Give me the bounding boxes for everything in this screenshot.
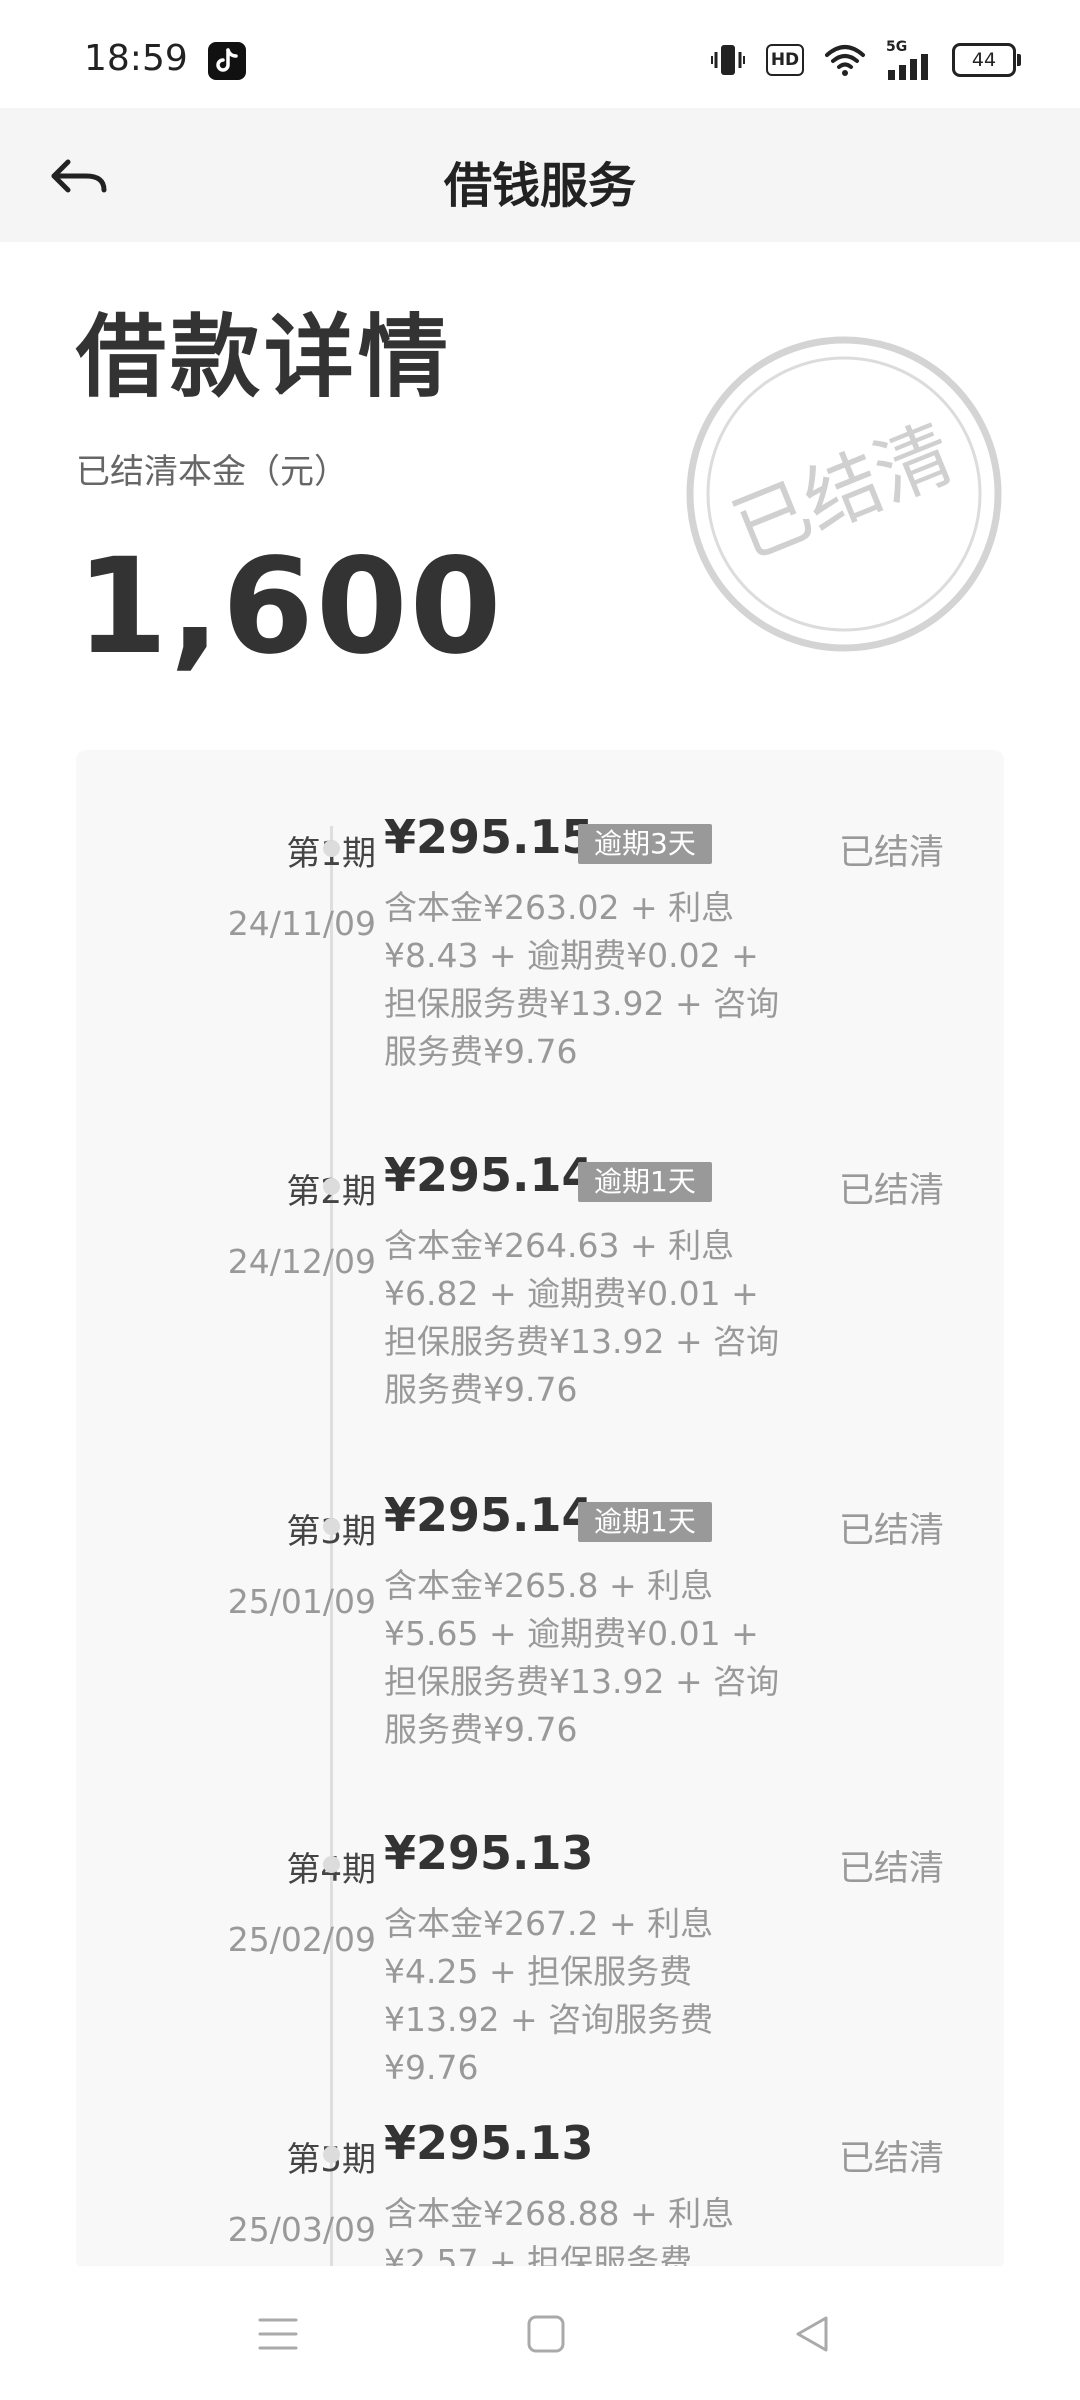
installment-detail: 含本金¥267.2 + 利息¥4.25 + 担保服务费¥13.92 + 咨询服务… bbox=[384, 1904, 714, 2087]
timeline-dot bbox=[323, 840, 340, 857]
tiktok-notification-icon bbox=[208, 42, 246, 80]
installment-date: 24/12/09 bbox=[227, 1242, 376, 1281]
installment-status: 已结清 bbox=[838, 1849, 944, 1889]
installment-detail: 含本金¥268.88 + 利息¥2.57 + 担保服务费¥13.92 bbox=[384, 2194, 735, 2270]
battery-icon: 44 bbox=[952, 43, 1021, 77]
settled-stamp-text: 已结清 bbox=[721, 408, 966, 576]
home-square-icon bbox=[527, 2315, 565, 2353]
system-icons: HD 5G 44 bbox=[710, 40, 1021, 80]
menu-button[interactable] bbox=[238, 2294, 318, 2374]
installment-amount: ¥295.14 bbox=[384, 1488, 594, 1542]
installments-card: 第1期 24/11/09 ¥295.15 逾期3天 已结清 含本金¥263.02… bbox=[76, 750, 1004, 2270]
installment-detail: 含本金¥264.63 + 利息¥6.82 + 逾期费¥0.01 + 担保服务费¥… bbox=[384, 1226, 780, 1409]
page-title: 借款详情 bbox=[76, 305, 452, 410]
network-type: 5G bbox=[886, 39, 908, 55]
installment-status: 已结清 bbox=[838, 1511, 944, 1551]
installment-status: 已结清 bbox=[838, 833, 944, 873]
installment-status: 已结清 bbox=[838, 2139, 944, 2179]
installment-amount: ¥295.15 bbox=[384, 810, 594, 864]
timeline-dot bbox=[323, 1178, 340, 1195]
status-time: 18:59 bbox=[84, 38, 188, 79]
installment-detail: 含本金¥265.8 + 利息¥5.65 + 逾期费¥0.01 + 担保服务费¥1… bbox=[384, 1566, 780, 1749]
overdue-badge: 逾期1天 bbox=[578, 1162, 712, 1202]
settled-stamp-icon: 已结清 bbox=[686, 336, 1002, 652]
overdue-badge: 逾期1天 bbox=[578, 1502, 712, 1542]
timeline-dot bbox=[323, 1518, 340, 1535]
header-title: 借钱服务 bbox=[443, 158, 636, 214]
timeline-dot bbox=[323, 1856, 340, 1873]
back-triangle-icon bbox=[796, 2316, 828, 2352]
installment-date: 25/03/09 bbox=[227, 2210, 376, 2249]
amount-label: 已结清本金（元） bbox=[76, 452, 348, 492]
overdue-badge: 逾期3天 bbox=[578, 824, 712, 864]
installment-date: 25/01/09 bbox=[227, 1582, 376, 1621]
installment-amount: ¥295.13 bbox=[384, 2116, 594, 2170]
cell-signal-icon bbox=[888, 54, 928, 80]
status-bar: 18:59 HD 5G 44 bbox=[0, 0, 1080, 108]
vibrate-icon bbox=[711, 45, 745, 75]
wifi-icon bbox=[825, 45, 865, 76]
back-nav-button[interactable] bbox=[772, 2294, 852, 2374]
navigation-bar bbox=[0, 2266, 1080, 2400]
installment-amount: ¥295.14 bbox=[384, 1148, 594, 1202]
installment-status: 已结清 bbox=[838, 1171, 944, 1211]
installment-amount: ¥295.13 bbox=[384, 1826, 594, 1880]
menu-icon bbox=[258, 2318, 298, 2350]
home-button[interactable] bbox=[506, 2294, 586, 2374]
app-header: 借钱服务 bbox=[0, 108, 1080, 242]
cell-signal: 5G bbox=[886, 40, 932, 80]
timeline-dot bbox=[323, 2146, 340, 2163]
installment-detail: 含本金¥263.02 + 利息¥8.43 + 逾期费¥0.02 + 担保服务费¥… bbox=[384, 888, 780, 1071]
amount-value: 1,600 bbox=[76, 530, 504, 684]
installment-date: 24/11/09 bbox=[227, 904, 376, 943]
hd-icon: HD bbox=[766, 44, 804, 76]
installment-date: 25/02/09 bbox=[227, 1920, 376, 1959]
